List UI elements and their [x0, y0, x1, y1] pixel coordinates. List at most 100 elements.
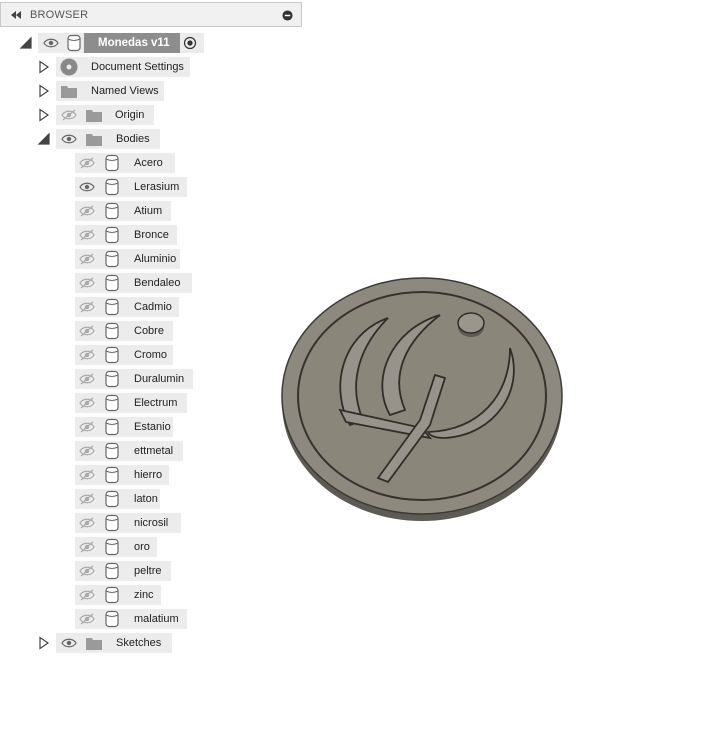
- body-icon: [105, 514, 119, 532]
- root-component-name-label: Monedas v11: [98, 37, 170, 49]
- body-row[interactable]: Lerasium: [0, 175, 300, 199]
- body-visibility-icon[interactable]: [79, 421, 95, 433]
- body-icon: [105, 538, 119, 556]
- body-label: malatium: [134, 613, 179, 625]
- body-icon: [105, 490, 119, 508]
- body-label: Electrum: [134, 397, 178, 409]
- body-row[interactable]: peltre: [0, 559, 300, 583]
- body-label: Acero: [134, 157, 163, 169]
- bodies-visibility-icon[interactable]: [61, 133, 77, 145]
- expand-root-icon[interactable]: [19, 36, 33, 50]
- body-icon: [105, 178, 119, 196]
- body-visibility-icon[interactable]: [79, 397, 95, 409]
- body-visibility-icon[interactable]: [79, 349, 95, 361]
- body-visibility-icon[interactable]: [79, 493, 95, 505]
- browser-panel-header: BROWSER: [0, 2, 302, 27]
- body-row[interactable]: malatium: [0, 607, 300, 631]
- body-row[interactable]: zinc: [0, 583, 300, 607]
- body-visibility-icon[interactable]: [79, 205, 95, 217]
- body-visibility-icon[interactable]: [79, 181, 95, 193]
- expand-bodies-icon[interactable]: [37, 132, 51, 146]
- origin-visibility-icon[interactable]: [61, 109, 77, 121]
- body-label: Estanio: [134, 421, 171, 433]
- body-row[interactable]: Cromo: [0, 343, 300, 367]
- bodies-label: Bodies: [116, 133, 150, 145]
- body-row[interactable]: Bendaleo: [0, 271, 300, 295]
- body-icon: [105, 586, 119, 604]
- body-row[interactable]: hierro: [0, 463, 300, 487]
- body-icon: [105, 562, 119, 580]
- body-icon: [105, 466, 119, 484]
- named-views-label: Named Views: [91, 85, 159, 97]
- body-visibility-icon[interactable]: [79, 301, 95, 313]
- body-visibility-icon[interactable]: [79, 517, 95, 529]
- body-row[interactable]: Duralumin: [0, 367, 300, 391]
- body-visibility-icon[interactable]: [79, 613, 95, 625]
- settings-gear-icon: [60, 58, 78, 76]
- body-label: Lerasium: [134, 181, 180, 193]
- named-views-folder-icon: [61, 86, 77, 98]
- model-viewport[interactable]: [270, 260, 570, 535]
- folder-row-bodies[interactable]: Bodies: [0, 127, 300, 151]
- folder-row-sketches[interactable]: Sketches: [0, 631, 300, 655]
- body-visibility-icon[interactable]: [79, 565, 95, 577]
- body-visibility-icon[interactable]: [79, 589, 95, 601]
- body-icon: [105, 298, 119, 316]
- root-component-name[interactable]: Monedas v11: [84, 33, 180, 53]
- body-icon: [105, 202, 119, 220]
- body-row[interactable]: oro: [0, 535, 300, 559]
- body-label: Cadmio: [134, 301, 172, 313]
- body-icon: [105, 370, 119, 388]
- body-visibility-icon[interactable]: [79, 229, 95, 241]
- body-icon: [105, 610, 119, 628]
- body-row[interactable]: Electrum: [0, 391, 300, 415]
- body-visibility-icon[interactable]: [79, 253, 95, 265]
- body-visibility-icon[interactable]: [79, 325, 95, 337]
- folder-row-named-views[interactable]: Named Views: [0, 79, 300, 103]
- body-visibility-icon[interactable]: [79, 445, 95, 457]
- body-row[interactable]: Estanio: [0, 415, 300, 439]
- body-row[interactable]: nicrosil: [0, 511, 300, 535]
- body-row[interactable]: Aluminio: [0, 247, 300, 271]
- body-label: peltre: [134, 565, 162, 577]
- doc-settings-label: Document Settings: [91, 61, 184, 73]
- expand-sketches-icon[interactable]: [37, 636, 51, 650]
- bodies-folder-icon: [86, 134, 102, 146]
- body-row[interactable]: Acero: [0, 151, 300, 175]
- panel-title: BROWSER: [30, 9, 89, 21]
- panel-menu-icon[interactable]: [282, 10, 293, 21]
- body-label: laton: [134, 493, 158, 505]
- activate-radio-icon[interactable]: [183, 36, 197, 50]
- body-row[interactable]: Cobre: [0, 319, 300, 343]
- expand-origin-icon[interactable]: [37, 108, 51, 122]
- body-icon: [105, 226, 119, 244]
- body-label: Duralumin: [134, 373, 185, 385]
- body-visibility-icon[interactable]: [79, 373, 95, 385]
- body-visibility-icon[interactable]: [79, 157, 95, 169]
- folder-row-origin[interactable]: Origin: [0, 103, 300, 127]
- expand-named-views-icon[interactable]: [37, 84, 51, 98]
- body-label: oro: [134, 541, 150, 553]
- tree-root-row[interactable]: Monedas v11: [0, 31, 300, 55]
- body-icon: [105, 322, 119, 340]
- origin-label: Origin: [115, 109, 145, 121]
- sketches-visibility-icon[interactable]: [61, 637, 77, 649]
- body-label: hierro: [134, 469, 163, 481]
- body-visibility-icon[interactable]: [79, 277, 95, 289]
- root-visibility-icon[interactable]: [43, 37, 59, 49]
- folder-row-doc-settings[interactable]: Document Settings: [0, 55, 300, 79]
- body-row[interactable]: Bronce: [0, 223, 300, 247]
- body-icon: [105, 250, 119, 268]
- body-visibility-icon[interactable]: [79, 469, 95, 481]
- body-label: Cobre: [134, 325, 164, 337]
- collapse-panel-icon[interactable]: [9, 8, 23, 22]
- body-row[interactable]: Atium: [0, 199, 300, 223]
- body-row[interactable]: laton: [0, 487, 300, 511]
- body-row[interactable]: Cadmio: [0, 295, 300, 319]
- expand-doc-settings-icon[interactable]: [37, 60, 51, 74]
- body-icon: [105, 274, 119, 292]
- sketches-folder-icon: [86, 638, 102, 650]
- body-row[interactable]: ettmetal: [0, 439, 300, 463]
- body-label: Aluminio: [134, 253, 177, 265]
- body-visibility-icon[interactable]: [79, 541, 95, 553]
